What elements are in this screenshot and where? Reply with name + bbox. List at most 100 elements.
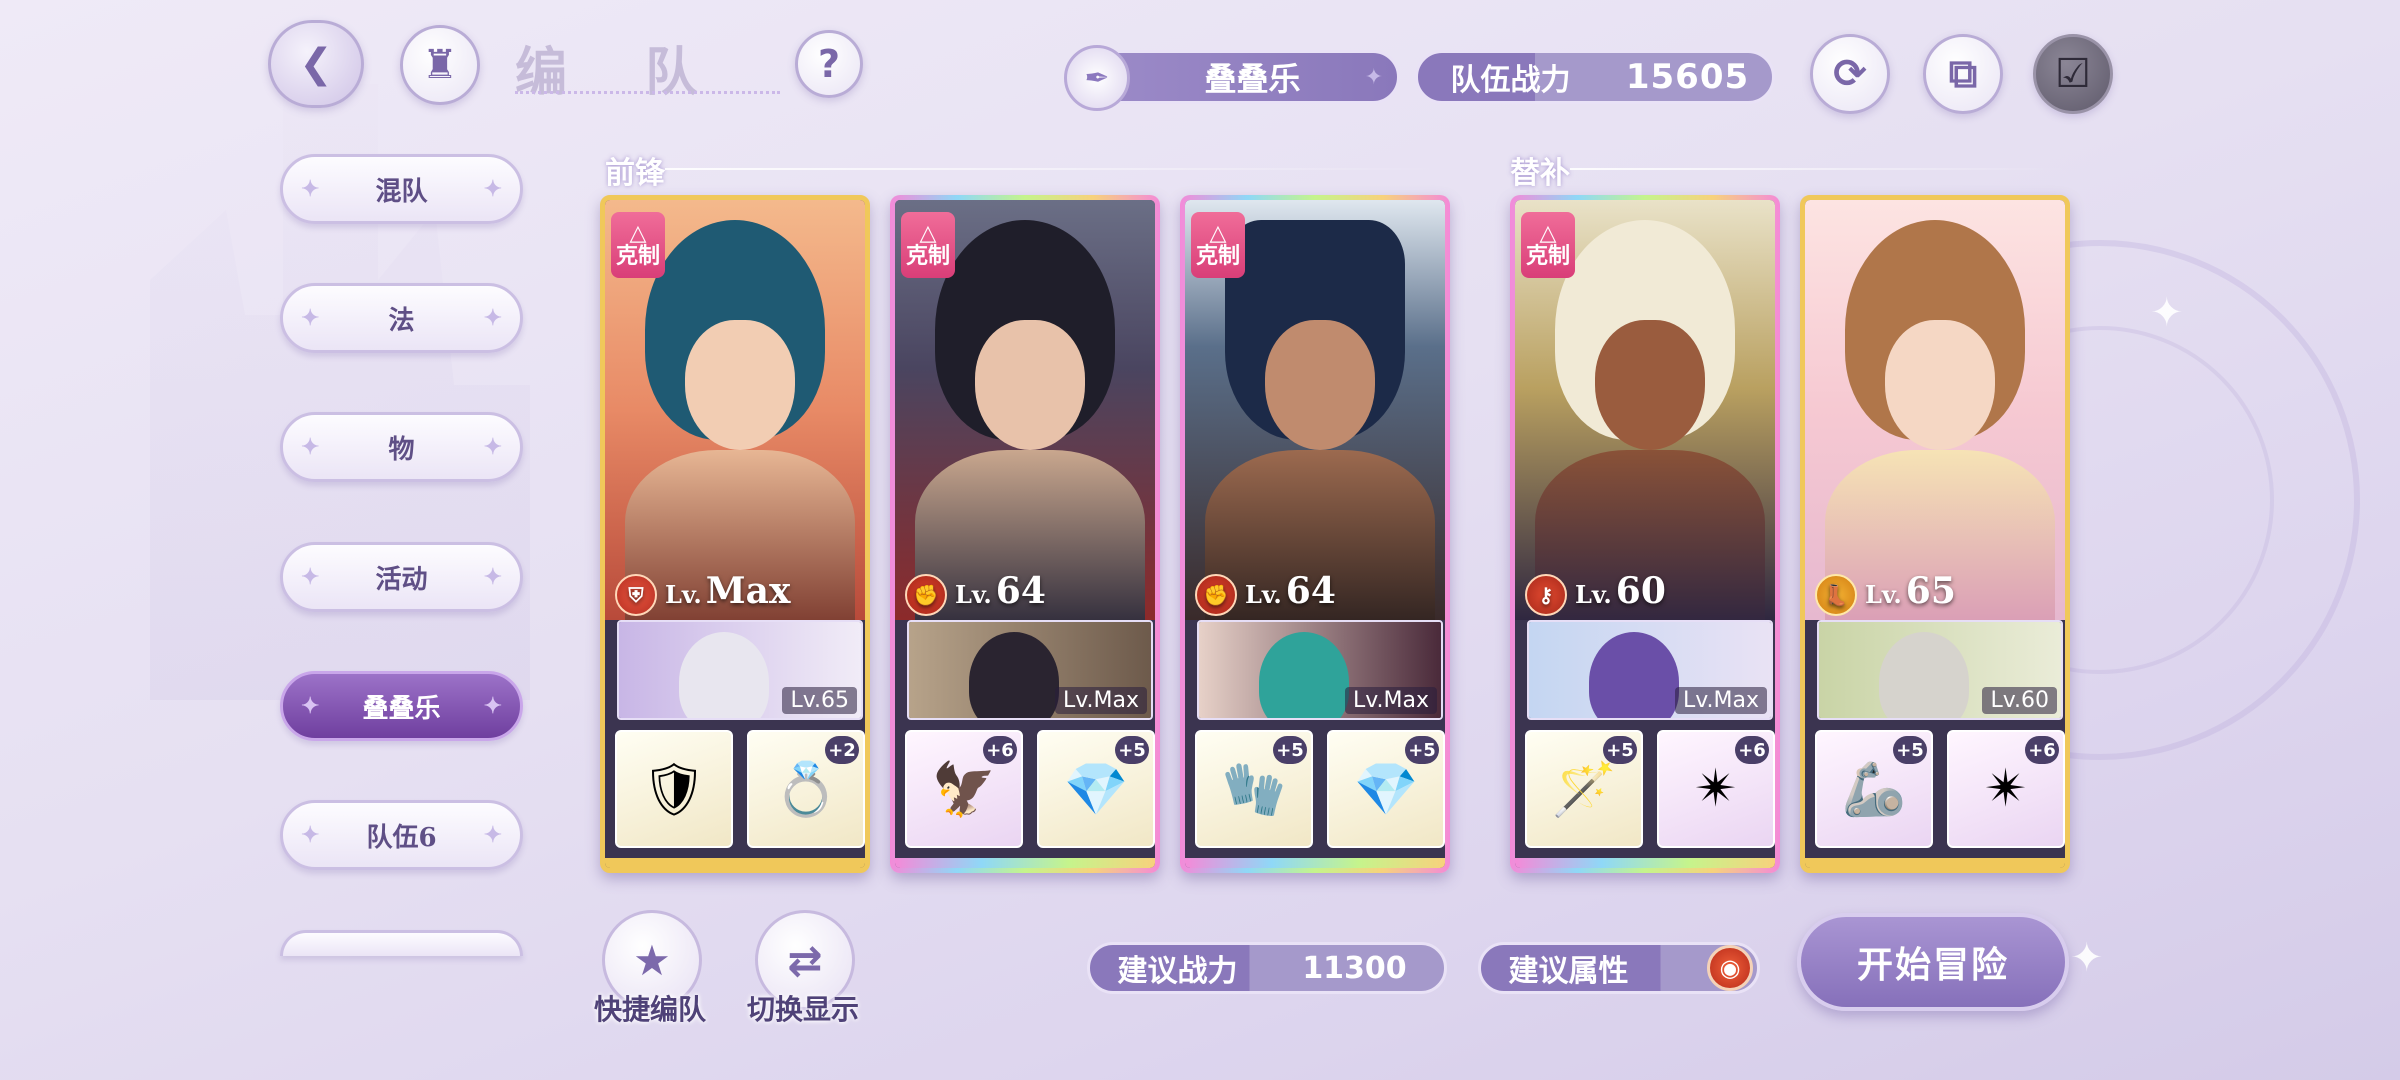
character-card-1[interactable]: △ 克制 ⛨ Lv. Max Lv.65 🛡 💍 +2 [600,195,870,873]
partner-level: Lv.Max [1674,687,1767,714]
sidebar-tab-partial[interactable] [280,930,523,956]
counter-triangle-icon: △ [1539,220,1557,246]
ring-icon: 💍 [773,759,839,820]
refresh-button[interactable]: ⟳ [1810,34,1890,114]
fist-element-icon: ✊ [905,574,947,616]
section-divider [1570,168,2070,170]
key-element-icon: ⚷ [1525,574,1567,616]
glove-icon: 🧤 [1221,759,1287,820]
castle-home-icon: ♜ [422,42,458,88]
sparkle-icon: ✦ [483,434,502,460]
level-prefix: Lv. [1575,580,1612,609]
shield-element-icon: ⛨ [615,574,657,616]
equipment-row: 🦅 +6 💎 +5 [905,730,1155,850]
enhance-level: +6 [983,736,1017,764]
level-prefix: Lv. [1245,580,1282,609]
partner-slot[interactable]: Lv.60 [1817,620,2063,720]
suggested-attribute-label: 建议属性 [1508,954,1629,989]
counter-label: 克制 [1525,244,1570,269]
sparkle-icon: ✦ [301,176,320,202]
refresh-icon: ⟳ [1833,51,1867,97]
team-power-label: 队伍战力 [1450,63,1571,98]
sparkle-icon: ✦ [483,822,502,848]
level-row: 👢 Lv. 65 [1815,570,1956,620]
checklist-button[interactable]: ☑ [2033,34,2113,114]
equip-slot[interactable]: 💎 +5 [1037,730,1155,848]
sparkle-icon: ✦ [301,822,320,848]
back-button[interactable]: ❮ [268,20,364,108]
feather-icon: ✒ [1064,45,1130,111]
gem-earring-icon: 💎 [1063,759,1129,820]
quick-team-label: 快捷编队 [594,993,707,1026]
equip-slot[interactable]: 💍 +2 [747,730,865,848]
team-name: 叠叠乐 [1204,60,1301,98]
back-icon: ❮ [299,41,333,87]
level-row: ⛨ Lv. Max [615,570,790,620]
character-card-5[interactable]: 👢 Lv. 65 Lv.60 🦾 +5 ✴ +6 [1800,195,2070,873]
level-prefix: Lv. [955,580,992,609]
equip-slot[interactable]: 🛡 [615,730,733,848]
counter-badge: △ 克制 [611,212,665,278]
swap-arrows-icon: ⇄ [787,935,823,985]
star-earring-icon: ✴ [1694,759,1738,819]
level-row: ⚷ Lv. 60 [1525,570,1666,620]
sidebar-tab-team6[interactable]: ✦ 队伍6 ✦ [280,800,523,870]
sidebar-tab-physical[interactable]: ✦ 物 ✦ [280,412,523,482]
equip-slot[interactable]: 🪄 +5 [1525,730,1643,848]
sidebar-tab-dieduole[interactable]: ✦ 叠叠乐 ✦ [280,671,523,741]
team-name-selector[interactable]: ✒ 叠叠乐 ✦ [1064,45,1400,111]
character-card-4[interactable]: △ 克制 ⚷ Lv. 60 Lv.Max 🪄 +5 ✴ +6 [1510,195,1780,873]
enhance-level: +5 [1273,736,1307,764]
partner-slot[interactable]: Lv.Max [907,620,1153,720]
counter-badge: △ 克制 [1191,212,1245,278]
enhance-level: +2 [825,736,859,764]
equip-slot[interactable]: ✴ +6 [1947,730,2065,848]
level-row: ✊ Lv. 64 [905,570,1046,620]
equip-slot[interactable]: ✴ +6 [1657,730,1775,848]
equip-slot[interactable]: 🦅 +6 [905,730,1023,848]
level-value: 65 [1905,570,1956,612]
partner-slot[interactable]: Lv.Max [1527,620,1773,720]
equip-slot[interactable]: 🧤 +5 [1195,730,1313,848]
suggested-power-label: 建议战力 [1117,954,1238,989]
enhance-level: +5 [1603,736,1637,764]
section-front-label: 前锋 [605,156,665,191]
partner-level: Lv.Max [1054,687,1147,714]
sidebar-tab-event[interactable]: ✦ 活动 ✦ [280,542,523,612]
suggested-attribute-display: 建议属性 ◉ [1478,942,1760,994]
level-value: 64 [995,570,1046,612]
counter-label: 克制 [905,244,950,269]
copy-team-button[interactable]: ⧉ [1923,34,2003,114]
home-button[interactable]: ♜ [400,25,480,105]
copy-icon: ⧉ [1948,51,1978,97]
sparkle-icon: ✦ [301,564,320,590]
sidebar-tab-mixed[interactable]: ✦ 混队 ✦ [280,154,523,224]
partner-slot[interactable]: Lv.65 [617,620,863,720]
card-rarity-strip [605,858,865,868]
sparkle-icon: ✦ [2070,935,2104,981]
equip-slot[interactable]: 🦾 +5 [1815,730,1933,848]
level-value: 60 [1615,570,1666,612]
counter-label: 克制 [1195,244,1240,269]
partner-slot[interactable]: Lv.Max [1197,620,1443,720]
character-card-2[interactable]: △ 克制 ✊ Lv. 64 Lv.Max 🦅 +6 💎 +5 [890,195,1160,873]
gauntlet-icon: 🛡 [640,759,707,820]
equipment-row: 🪄 +5 ✴ +6 [1525,730,1775,850]
checklist-icon: ☑ [2055,51,2091,97]
sparkle-icon: ✦ [301,434,320,460]
sidebar-tab-magic[interactable]: ✦ 法 ✦ [280,283,523,353]
character-card-3[interactable]: △ 克制 ✊ Lv. 64 Lv.Max 🧤 +5 💎 +5 [1180,195,1450,873]
sparkle-icon: ✦ [1364,64,1383,90]
start-adventure-button[interactable]: 开始冒险 [1797,913,2069,1011]
face [975,320,1085,450]
counter-badge: △ 克制 [1521,212,1575,278]
face [1595,320,1705,450]
card-rarity-strip [1515,858,1775,868]
team-power-display: 队伍战力 15605 [1415,50,1775,104]
face [685,320,795,450]
help-button[interactable]: ? [795,30,863,98]
equip-slot[interactable]: 💎 +5 [1327,730,1445,848]
sparkle-icon: ✦ [301,305,320,331]
help-icon: ? [817,42,841,86]
sparkle-icon: ✦ [483,564,502,590]
